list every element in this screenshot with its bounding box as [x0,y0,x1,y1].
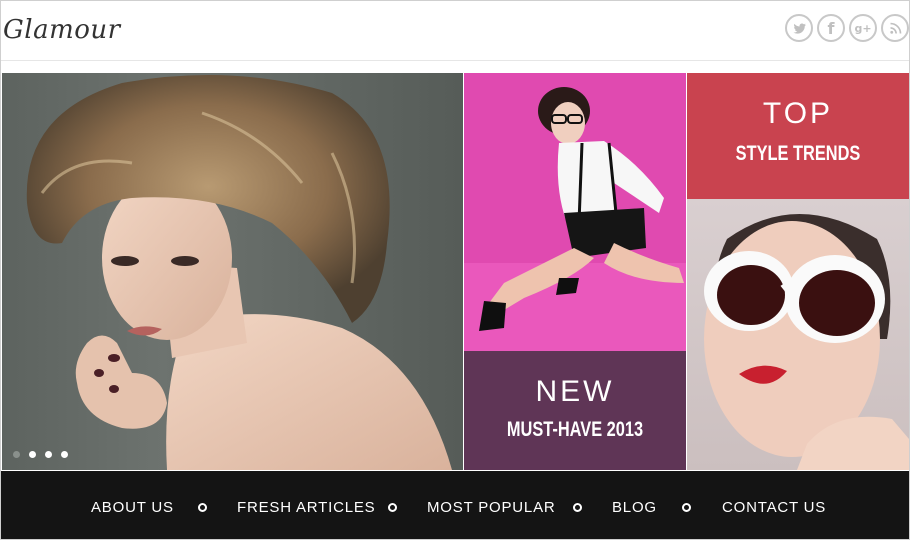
main-navigation: ABOUT US FRESH ARTICLES MOST POPULAR BLO… [1,471,909,539]
twitter-button[interactable] [785,14,813,42]
twitter-icon [793,22,806,34]
rss-icon [889,22,901,34]
pink-model-image [464,87,686,351]
promo-new-title: NEW [535,375,615,408]
rss-button[interactable] [881,14,909,42]
google-plus-icon: g+ [854,21,872,35]
header-divider [1,60,909,61]
site-logo[interactable]: Glamour [3,15,121,45]
nav-separator [388,503,397,512]
nav-about-us[interactable]: ABOUT US [91,499,174,516]
promo-top-subtitle: STYLE TRENDS [735,142,861,165]
fur-hat-model-image [26,75,452,470]
sunglasses-model-tile[interactable] [687,199,909,470]
promo-top-title: TOP [762,97,834,130]
page-frame: Glamour f g+ NEW MUST-HAVE 2013 TOP STYL… [0,0,910,540]
social-links: f g+ [785,14,909,42]
promo-new-subtitle: MUST-HAVE 2013 [506,418,644,441]
sunglasses-model-image [704,214,909,470]
site-header: Glamour f g+ [1,1,909,73]
nav-blog[interactable]: BLOG [612,499,657,516]
slider-dot[interactable] [61,451,68,458]
new-must-have-promo[interactable]: NEW MUST-HAVE 2013 [464,351,686,470]
nav-most-popular[interactable]: MOST POPULAR [427,499,556,516]
slider-pagination [13,451,68,458]
nav-fresh-articles[interactable]: FRESH ARTICLES [237,499,375,516]
nav-separator [682,503,691,512]
hero-slide-fur-hat[interactable] [2,73,463,470]
facebook-button[interactable]: f [817,14,845,42]
top-style-trends-promo[interactable]: TOP STYLE TRENDS [687,73,909,199]
pink-model-tile[interactable] [464,73,686,351]
facebook-icon: f [827,18,835,38]
nav-contact-us[interactable]: CONTACT US [722,499,826,516]
nav-separator [573,503,582,512]
google-plus-button[interactable]: g+ [849,14,877,42]
slider-dot-active[interactable] [29,451,36,458]
slider-dot[interactable] [13,451,20,458]
slider-dot[interactable] [45,451,52,458]
nav-separator [198,503,207,512]
